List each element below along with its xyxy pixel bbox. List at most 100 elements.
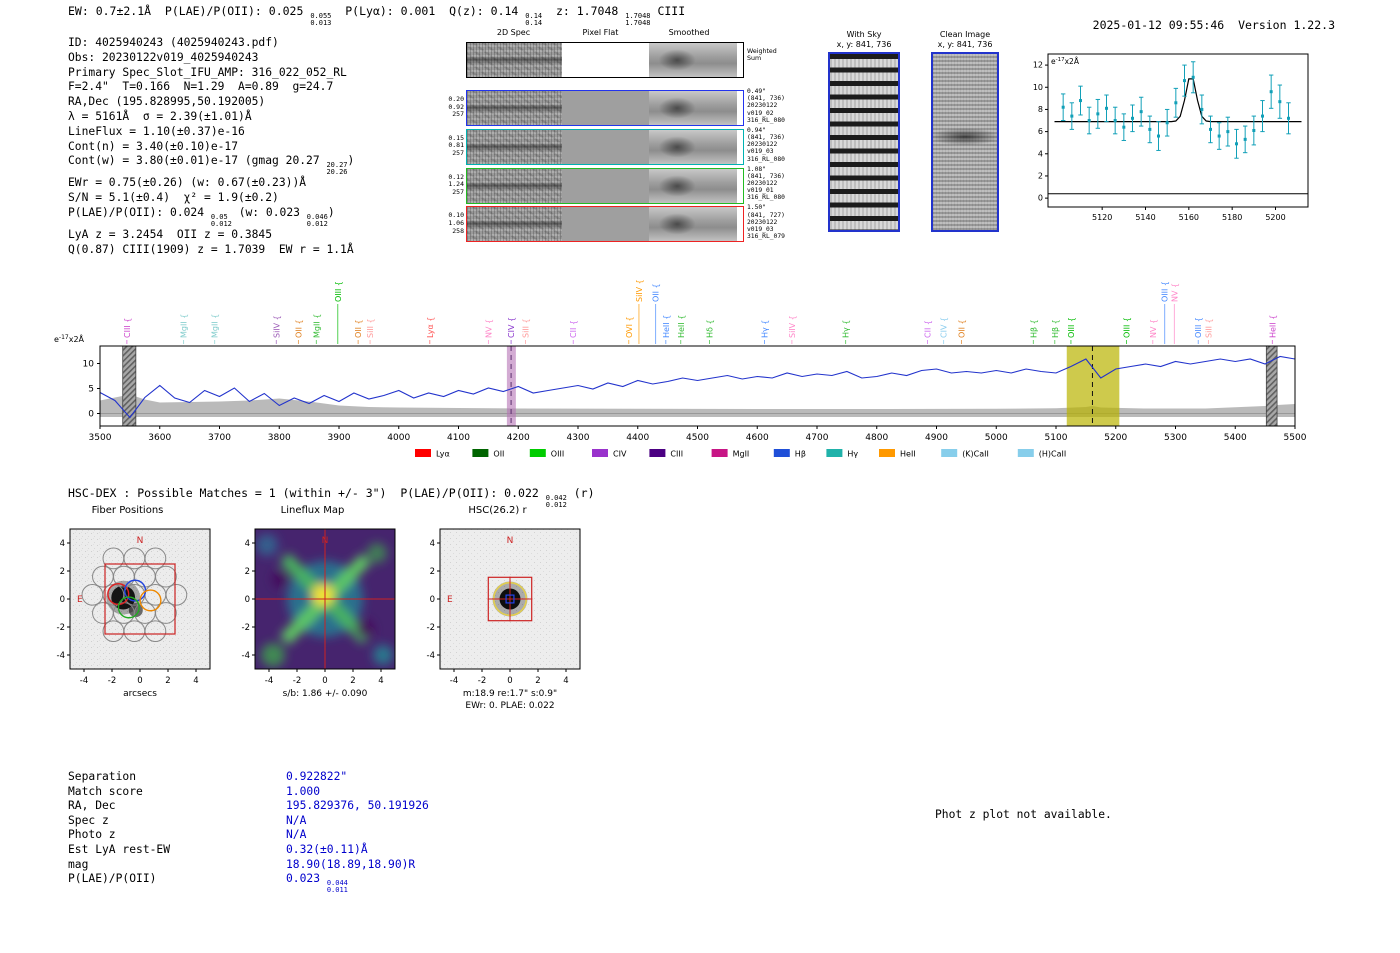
inset-x-tick: 5120 xyxy=(1092,213,1112,222)
panel-y-tick: -2 xyxy=(242,623,250,633)
row-3-annot-1: (841, 727) xyxy=(747,211,785,219)
weighted-sum-label-line0: Weighted xyxy=(747,48,777,55)
row-1-annot-4: 316_RL_080 xyxy=(747,155,785,163)
2d-spec-row xyxy=(466,167,744,204)
info-line-11-text-0: P(LAE)/P(OII): 0.024 xyxy=(68,205,211,219)
panel-x-tick: 0 xyxy=(137,676,142,686)
panel-y-tick: 2 xyxy=(245,567,250,577)
info-line-9-text-0: EWr = 0.75(±0.26) (w: 0.67(±0.23))Å xyxy=(68,176,307,190)
row-3-annot-4: 316_RL_079 xyxy=(747,233,785,241)
row-3-pixel-flat-image xyxy=(562,207,649,242)
legend-label-CIV: CIV xyxy=(613,450,627,459)
line-label-MgII: MgII { xyxy=(312,314,321,338)
info-line-11-text-2: (w: 0.023 xyxy=(231,205,307,219)
photz-note: Phot z plot not available. xyxy=(935,808,1112,821)
inset-frame xyxy=(1047,53,1309,208)
line-label-NV: NV { xyxy=(1149,319,1158,338)
spectrum-legend: Lyα OII OIII CIV CIII MgII Hβ Hγ HeII (K)CaII (H)C… xyxy=(415,449,1066,459)
row-3-annot-3: v019_03 xyxy=(747,226,774,233)
row-1-2d-spec-image xyxy=(467,129,562,164)
row-2-pixel-flat-image xyxy=(562,168,649,203)
spectrum-x-tick: 4000 xyxy=(387,433,410,443)
weighted-sum-label-line1: Sum xyxy=(747,55,762,63)
spectrum-x-tick: 4500 xyxy=(686,433,709,443)
fiber-positions-plot: NE-4-4-2-2002244arcsecs xyxy=(57,528,211,699)
line-label-Hβ: Hβ { xyxy=(1029,319,1038,338)
legend-label-OII: OII xyxy=(493,450,504,459)
info-line-11-frac-bot: 0.012 xyxy=(210,219,232,228)
weighted-smoothed-image xyxy=(649,43,737,77)
info-line-1: Obs: 20230122v019_4025940243 xyxy=(68,51,354,66)
spectrum-x-tick: 4900 xyxy=(925,433,948,443)
line-label-SiII: SiII { xyxy=(366,318,375,338)
row-0-annot-2: 20230122 xyxy=(747,102,778,110)
panel-x-tick: -4 xyxy=(450,676,458,686)
match-row-value: N/A xyxy=(286,828,307,842)
legend-label-OIII: OIII xyxy=(551,450,564,459)
info-line-0-text-0: ID: 4025940243 (4025940243.pdf) xyxy=(68,36,279,49)
lineflux-image: N xyxy=(255,529,395,669)
panel-x-tick: -2 xyxy=(293,676,301,686)
line-label-OIII: OIII { xyxy=(334,281,343,302)
2d-spec-row xyxy=(466,90,744,126)
match-table-row: Est LyA rest-EW 0.32(±0.11)Å xyxy=(68,843,429,858)
legend-swatch-Hγ xyxy=(826,449,843,457)
line-label-OII: OII { xyxy=(354,319,363,338)
fiber-image: NE xyxy=(70,529,210,669)
spectrum-x-tick: 3500 xyxy=(89,433,112,443)
fiber-positions-panel: Fiber Positions N E -4 -4 -2 -2 0 0 2 2 4 4 arcsecs xyxy=(30,505,225,718)
inset-y-tick: 6 xyxy=(1038,127,1043,136)
panel-caption-2: EWr: 0. PLAE: 0.022 xyxy=(465,701,554,711)
panel-x-tick: 2 xyxy=(165,676,170,686)
row-1-annot-1: (841, 736) xyxy=(747,134,785,141)
panel-caption: m:18.9 re:1.7" s:0.9" xyxy=(463,689,557,699)
match-row-label: Est LyA rest-EW xyxy=(68,842,171,856)
compass-north-label: N xyxy=(322,536,329,546)
row-3-2d-spec-image xyxy=(467,207,562,242)
match-row-label: Spec z xyxy=(68,813,109,827)
legend-label-(K)CaII: (K)CaII xyxy=(962,450,989,459)
panel-y-tick: 4 xyxy=(245,539,250,549)
line-label-OII: OII { xyxy=(294,319,303,338)
weighted-sum-label: Weighted Sum xyxy=(747,48,777,62)
summary-header-text-4: z: 1.7048 xyxy=(542,4,626,18)
row-3-smoothed-image xyxy=(649,207,737,242)
2d-col-header-0: 2D Spec xyxy=(496,28,531,37)
match-row-label: mag xyxy=(68,857,89,871)
row-3-annot-2: 20230122 xyxy=(747,218,778,226)
version-label: Version 1.22.3 xyxy=(1238,18,1335,32)
hsc-cutout-title: HSC(26.2) r xyxy=(468,505,527,516)
spectrum-x-tick: 3600 xyxy=(148,433,171,443)
panel-y-tick: 2 xyxy=(60,567,65,577)
row-2-2d-spec-image xyxy=(467,168,562,203)
legend-label-(H)CaII: (H)CaII xyxy=(1039,450,1066,459)
row-2-annot-4: 316_RL_080 xyxy=(747,194,785,202)
spectrum-x-tick: 5500 xyxy=(1284,433,1307,443)
inset-y-tick: 8 xyxy=(1038,105,1043,114)
info-line-11-frac-1: 0.05 0.012 xyxy=(210,213,232,228)
panel-x-tick: 0 xyxy=(507,676,512,686)
info-line-10: S/N = 5.1(±0.4) χ² = 1.9(±0.2) xyxy=(68,191,354,206)
row-0-annot-4: 316_RL_080 xyxy=(747,116,785,124)
row-3-left-2: 258 xyxy=(452,226,464,235)
legend-swatch-CIII xyxy=(649,449,666,457)
match-row-value: 0.023 0.044 0.011 xyxy=(286,872,348,895)
match-row-value: 18.90(18.89,18.90)R xyxy=(286,857,416,871)
row-1-annotations: 0.94" (841, 736) 20230122 v019_03 316_RL_080 xyxy=(747,127,785,163)
emission-line-labels: CIII {MgII {MgII {SiIV {OII {MgII {OIII … xyxy=(123,279,1277,344)
info-line-4-text-0: RA,Dec (195.828995,50.192005) xyxy=(68,95,266,109)
weighted-sum-row xyxy=(466,42,744,78)
spectrum-x-tick: 4600 xyxy=(746,433,769,443)
line-label-HeII: HeII { xyxy=(677,315,686,338)
row-0-annot-3: v019_02 xyxy=(747,109,774,117)
inset-x-tick: 5140 xyxy=(1135,213,1155,222)
info-line-13: Q(0.87) CIII(1909) z = 1.7039 EW r = 1.1… xyxy=(68,243,354,258)
match-table-row: Photo z N/A xyxy=(68,828,429,843)
highlight-band-2 xyxy=(1066,346,1120,426)
row-2-annot-2: 20230122 xyxy=(747,180,778,187)
with-sky-image xyxy=(828,52,900,232)
spectrum-x-tick: 4300 xyxy=(567,433,590,443)
elixer-report-page: EW: 0.7±2.1Å P(LAE)/P(OII): 0.025 0.055 0… xyxy=(0,0,1400,953)
info-line-11-text-4: ) xyxy=(327,205,335,219)
match-table-row: Match score 1.000 xyxy=(68,785,429,800)
